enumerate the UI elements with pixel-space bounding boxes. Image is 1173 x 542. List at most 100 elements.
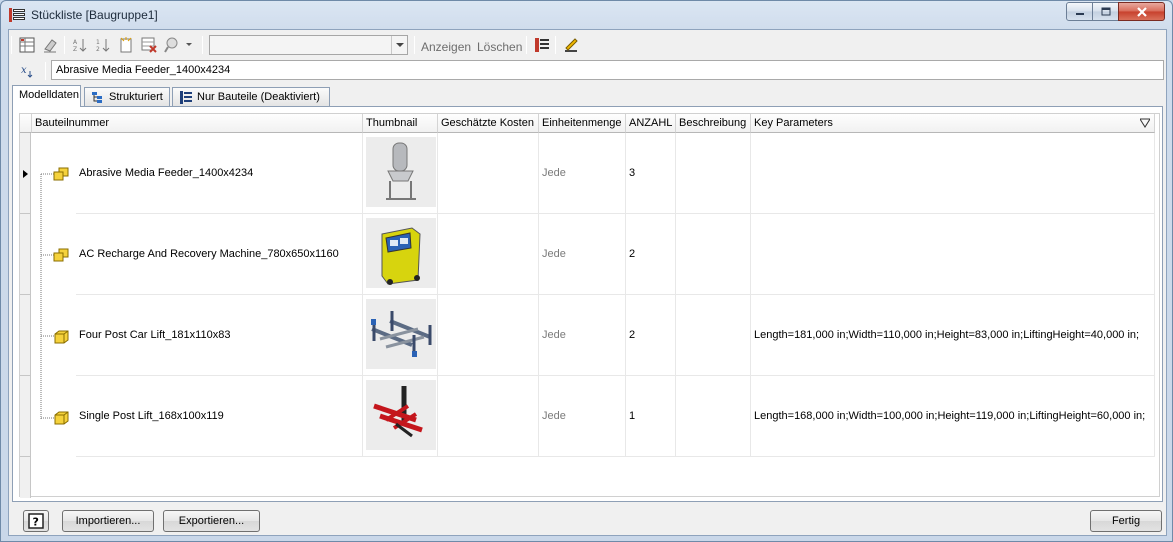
toolbar: AZ 12 Anzeigen Löschen: [9, 32, 609, 58]
row-selector[interactable]: [20, 376, 31, 457]
key-parameters-cell[interactable]: Length=181,000 in;Width=110,000 in;Heigh…: [751, 295, 1155, 376]
cost-cell[interactable]: [438, 376, 539, 457]
thumbnail-cell: [363, 133, 438, 214]
unit-cell[interactable]: Jede: [539, 214, 626, 295]
subassembly-icon: [53, 167, 69, 181]
description-cell[interactable]: [676, 133, 751, 214]
structure-tree-icon: [92, 92, 102, 103]
delete-row-button[interactable]: [139, 35, 159, 55]
minimize-icon: [1075, 12, 1084, 15]
key-parameters-cell[interactable]: [751, 214, 1155, 295]
unit-cell[interactable]: Jede: [539, 295, 626, 376]
filter-funnel-icon: [1139, 118, 1151, 128]
toolbar-separator: [202, 36, 203, 54]
toolbar-separator: [526, 36, 527, 54]
unit-cell[interactable]: Jede: [539, 133, 626, 214]
table-row-part-cell[interactable]: AC Recharge And Recovery Machine_780x650…: [76, 214, 363, 295]
formula-button[interactable]: x: [18, 61, 40, 81]
title-bar: Stückliste [Baugruppe1]: [1, 1, 1172, 29]
description-cell[interactable]: [676, 214, 751, 295]
close-button[interactable]: [1118, 2, 1165, 21]
done-button[interactable]: Fertig: [1090, 510, 1162, 532]
thumbnail-cell: [363, 295, 438, 376]
part-number: Four Post Car Lift_181x110x83: [79, 329, 231, 341]
toolbar-separator: [555, 36, 556, 54]
edit-parameters-button[interactable]: [561, 35, 581, 55]
cost-cell[interactable]: [438, 214, 539, 295]
table-row-part-cell[interactable]: Abrasive Media Feeder_1400x4234: [76, 133, 363, 214]
toolbar-separator: [414, 36, 415, 54]
quantity-value: 3: [629, 167, 636, 179]
toolbar-grip: [11, 36, 12, 54]
cost-cell[interactable]: [438, 133, 539, 214]
filter-button[interactable]: [1139, 118, 1151, 131]
find-dropdown-button[interactable]: [162, 35, 196, 55]
column-header-key-parameters[interactable]: Key Parameters: [751, 114, 1155, 133]
table-row-part-cell[interactable]: Four Post Car Lift_181x110x83: [76, 295, 363, 376]
column-header-beschreibung[interactable]: Beschreibung: [676, 114, 751, 133]
show-button[interactable]: Anzeigen: [421, 40, 471, 54]
parts-list-icon: [180, 91, 192, 104]
unit-value: Jede: [542, 329, 566, 341]
key-parameters-cell[interactable]: Length=168,000 in;Width=100,000 in;Heigh…: [751, 376, 1155, 457]
part-number: Single Post Lift_168x100x119: [79, 410, 224, 422]
tab-label: Modelldaten: [19, 89, 79, 101]
column-header-einheitenmenge[interactable]: Einheitenmenge: [539, 114, 626, 133]
delete-button[interactable]: Löschen: [477, 40, 522, 54]
description-cell[interactable]: [676, 295, 751, 376]
row-selector[interactable]: [20, 133, 31, 214]
column-header-anzahl[interactable]: ANZAHL: [626, 114, 676, 133]
bom-app-icon: [9, 8, 25, 22]
svg-text:A: A: [73, 39, 78, 46]
export-button[interactable]: Exportieren...: [163, 510, 260, 532]
formula-row: x Abrasive Media Feeder_1400x4234: [9, 59, 1166, 83]
close-icon: [1136, 6, 1147, 17]
sort-descending-button[interactable]: 12: [93, 35, 113, 55]
property-combo[interactable]: [209, 35, 408, 55]
maximize-button[interactable]: [1092, 2, 1119, 21]
unit-cell[interactable]: Jede: [539, 376, 626, 457]
open-bom-button[interactable]: [17, 35, 37, 55]
dialog-button-bar: ? Importieren... Exportieren... Fertig: [9, 506, 1166, 536]
toolbar-separator: [64, 36, 65, 54]
current-row-arrow-icon: [23, 170, 28, 178]
key-parameters-cell[interactable]: [751, 133, 1155, 214]
help-question-icon: ?: [28, 513, 44, 529]
sort-descending-icon: 12: [96, 39, 110, 53]
subassembly-icon: [53, 248, 69, 262]
tab-nur-bauteile[interactable]: Nur Bauteile (Deaktiviert): [172, 87, 330, 107]
part-icon: [54, 411, 69, 425]
new-item-button[interactable]: [116, 35, 136, 55]
import-button[interactable]: Importieren...: [62, 510, 154, 532]
tab-label: Nur Bauteile (Deaktiviert): [197, 91, 320, 103]
quantity-cell[interactable]: 1: [626, 376, 676, 457]
cost-cell[interactable]: [438, 295, 539, 376]
row-selector[interactable]: [20, 295, 31, 376]
quantity-cell[interactable]: 2: [626, 295, 676, 376]
quantity-cell[interactable]: 3: [626, 133, 676, 214]
column-header-bauteilnummer[interactable]: Bauteilnummer: [32, 114, 363, 133]
tab-modelldaten[interactable]: Modelldaten: [12, 85, 81, 107]
part-icon: [54, 330, 69, 344]
column-chooser-button[interactable]: [532, 35, 552, 55]
delete-table-icon: [141, 37, 157, 53]
svg-text:?: ?: [33, 516, 39, 529]
quantity-value: 2: [629, 329, 636, 341]
sort-ascending-button[interactable]: AZ: [70, 35, 90, 55]
column-header-thumbnail[interactable]: Thumbnail: [363, 114, 438, 133]
quantity-value: 2: [629, 248, 636, 260]
window-title: Stückliste [Baugruppe1]: [31, 8, 158, 22]
row-selector[interactable]: [20, 214, 31, 295]
tab-strukturiert[interactable]: Strukturiert: [84, 87, 170, 107]
description-cell[interactable]: [676, 376, 751, 457]
combo-arrow[interactable]: [391, 36, 407, 54]
table-row-part-cell[interactable]: Single Post Lift_168x100x119: [76, 376, 363, 457]
minimize-button[interactable]: [1066, 2, 1093, 21]
formula-input[interactable]: Abrasive Media Feeder_1400x4234: [51, 60, 1164, 80]
column-header-kosten[interactable]: Geschätzte Kosten: [438, 114, 539, 133]
corner-header: [20, 114, 32, 133]
eraser-button[interactable]: [40, 35, 60, 55]
quantity-cell[interactable]: 2: [626, 214, 676, 295]
help-button[interactable]: ?: [23, 510, 49, 532]
bom-table[interactable]: Bauteilnummer Thumbnail Geschätzte Koste…: [19, 113, 1160, 498]
